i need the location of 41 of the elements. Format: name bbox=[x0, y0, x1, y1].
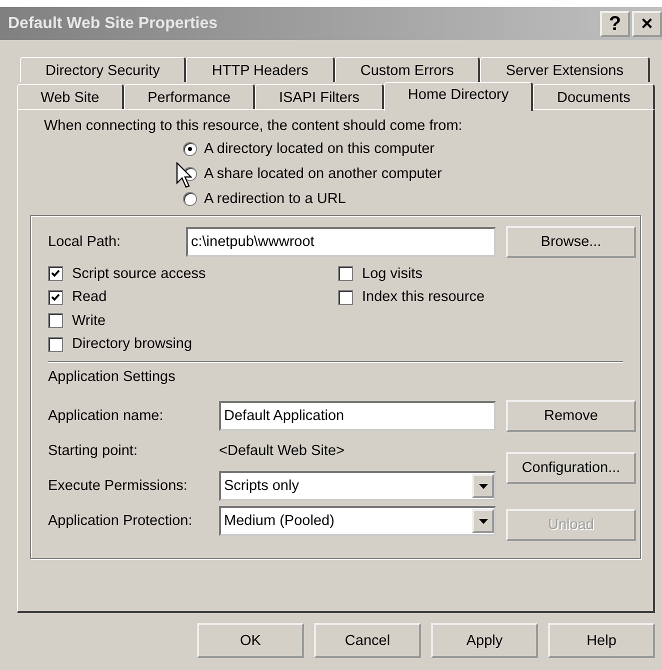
checkbox-option[interactable]: Index this resource bbox=[338, 286, 628, 309]
input-field[interactable]: c:\inetpub\wwwroot bbox=[186, 227, 496, 257]
help-button[interactable]: ? bbox=[600, 10, 630, 36]
check-icon bbox=[51, 292, 60, 302]
field-label: Local Path: bbox=[48, 234, 122, 250]
checkbox-option[interactable]: Directory browsing bbox=[48, 332, 338, 356]
tab[interactable]: Directory Security bbox=[20, 57, 186, 82]
tab[interactable]: HTTP Headers bbox=[186, 57, 335, 82]
dialog-button[interactable]: Apply bbox=[431, 623, 538, 658]
browse-button[interactable]: Browse... bbox=[506, 226, 636, 258]
window-title: Default Web Site Properties bbox=[8, 14, 218, 32]
tab[interactable]: ISAPI Filters bbox=[255, 84, 384, 109]
tab[interactable]: Custom Errors bbox=[334, 57, 480, 82]
field-label: Application Protection: bbox=[48, 513, 194, 529]
checkbox-option[interactable]: Script source access bbox=[48, 262, 338, 286]
dialog-button[interactable]: OK bbox=[197, 623, 304, 658]
section-heading: Application Settings bbox=[48, 369, 176, 385]
tab[interactable]: Home Directory bbox=[384, 82, 534, 111]
input-field[interactable]: Default Application bbox=[219, 401, 496, 431]
remove-button[interactable]: Remove bbox=[506, 400, 636, 432]
checkbox-option[interactable]: Log visits bbox=[338, 262, 628, 286]
dropdown[interactable]: Scripts only bbox=[219, 471, 496, 501]
field-label: Application name: bbox=[48, 408, 164, 424]
close-button[interactable]: × bbox=[632, 10, 662, 36]
dialog-button[interactable]: Cancel bbox=[314, 623, 421, 658]
checkbox-option[interactable]: Read bbox=[48, 286, 338, 309]
check-icon bbox=[51, 269, 60, 278]
starting-point-text: <Default Web Site> bbox=[219, 443, 344, 459]
tab[interactable]: Server Extensions bbox=[480, 57, 650, 82]
field-label: Execute Permissions: bbox=[48, 478, 188, 494]
field-label: Starting point: bbox=[48, 443, 138, 459]
cursor-icon bbox=[176, 162, 192, 188]
tab[interactable]: Performance bbox=[124, 84, 256, 109]
checkbox-option[interactable]: Write bbox=[48, 309, 338, 332]
tab[interactable]: Documents bbox=[533, 84, 656, 109]
dialog-button[interactable]: Help bbox=[548, 623, 655, 658]
radio-option[interactable]: A directory located on this computer bbox=[183, 141, 641, 157]
configuration-button[interactable]: Configuration... bbox=[506, 452, 636, 484]
tab[interactable]: Web Site bbox=[17, 84, 124, 109]
prompt-text: When connecting to this resource, the content should come from: bbox=[44, 118, 464, 134]
radio-option[interactable]: A redirection to a URL bbox=[183, 191, 641, 207]
